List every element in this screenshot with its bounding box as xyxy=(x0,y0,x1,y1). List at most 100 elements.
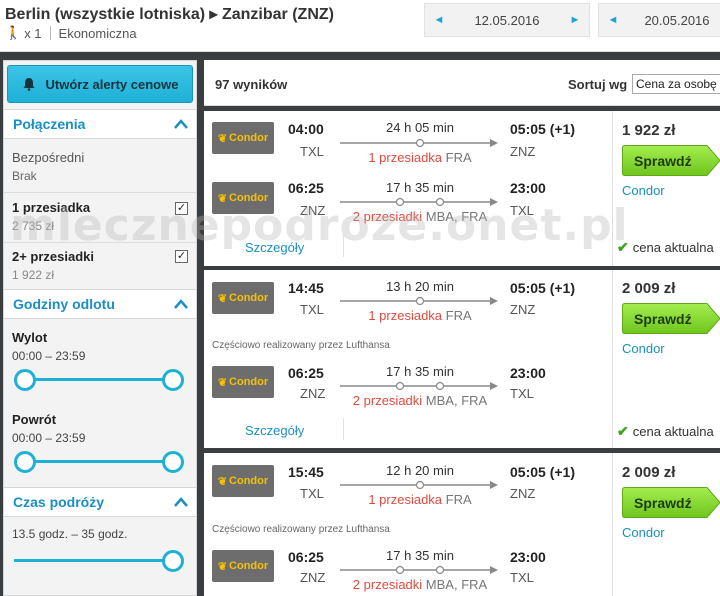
arrival-time: 05:05 (+1) xyxy=(510,280,575,296)
route-arrow-icon xyxy=(340,565,498,575)
one-stop-filter[interactable]: 1 przesiadka 2 735 zł xyxy=(4,200,196,233)
return-range: 00:00 – 23:59 xyxy=(12,431,86,445)
provider-name[interactable]: Condor xyxy=(622,525,665,540)
direct-filter: Bezpośredni Brak xyxy=(4,150,196,183)
return-date-picker[interactable]: ◄ 20.05.2016 xyxy=(598,3,720,37)
arrival-airport: ZNZ xyxy=(510,486,536,501)
departure-times-section-header[interactable]: Godziny odlotu xyxy=(4,289,196,319)
current-price-indicator: ✔ cena aktualna xyxy=(617,423,714,439)
arrival-time: 05:05 (+1) xyxy=(510,121,575,137)
connections-title: Połączenia xyxy=(13,116,86,132)
arrival-time: 05:05 (+1) xyxy=(510,464,575,480)
slider-track[interactable] xyxy=(14,559,174,562)
outbound-leg: ❦ Condor 04:00 TXL 24 h 05 min 1 przesiad… xyxy=(204,111,612,167)
next-day-arrow-icon[interactable]: ► xyxy=(561,14,589,26)
condor-logo-icon: ❦ xyxy=(217,560,228,573)
price: 1 922 zł xyxy=(622,122,676,139)
duration-range: 13.5 godz. – 35 godz. xyxy=(12,527,128,541)
chevron-up-icon[interactable] xyxy=(174,299,188,309)
duration-section-header[interactable]: Czas podróży xyxy=(4,487,196,517)
airline-logo: ❦ Condor xyxy=(212,366,274,398)
divider xyxy=(49,26,51,40)
departure-airport: ZNZ xyxy=(300,203,326,218)
details-link[interactable]: Szczegóły xyxy=(245,240,304,255)
slider-handle-min[interactable] xyxy=(14,451,36,473)
prev-day-arrow-icon[interactable]: ◄ xyxy=(425,14,453,26)
return-time-filter: Powrót 00:00 – 23:59 xyxy=(4,412,196,445)
departure-airport: ZNZ xyxy=(300,386,326,401)
passenger-icon: 🚶 xyxy=(5,25,22,40)
departure-airport: ZNZ xyxy=(300,570,326,585)
route-arrow-icon xyxy=(340,138,498,148)
departure-time: 06:25 xyxy=(288,365,324,381)
departure-airport: TXL xyxy=(300,486,324,501)
sort-select[interactable]: Cena za osobę xyxy=(632,74,720,94)
result-card: ❦ Condor 04:00 TXL 24 h 05 min 1 przesiad… xyxy=(204,111,720,266)
duration-slider[interactable] xyxy=(14,550,184,572)
current-price-indicator: ✔ cena aktualna xyxy=(617,239,714,255)
departure-time: 04:00 xyxy=(288,121,324,137)
bell-icon xyxy=(23,78,35,91)
inbound-leg: ❦ Condor 06:25 ZNZ 17 h 35 min 2 przesiad… xyxy=(204,171,612,227)
cabin-class: Ekonomiczna xyxy=(58,25,137,41)
flight-duration: 17 h 35 min xyxy=(386,548,454,563)
duration-filter: 13.5 godz. – 35 godz. xyxy=(4,527,196,541)
prev-day-arrow-icon[interactable]: ◄ xyxy=(599,14,627,26)
connections-section-header[interactable]: Połączenia xyxy=(4,109,196,139)
two-stop-price: 1 922 zł xyxy=(12,268,55,282)
price: 2 009 zł xyxy=(622,464,676,481)
return-date[interactable]: 20.05.2016 xyxy=(627,13,720,28)
one-stop-label: 1 przesiadka xyxy=(12,200,91,215)
slider-handle-min[interactable] xyxy=(14,369,36,391)
stops-info: 2 przesiadki MBA, FRA xyxy=(352,577,488,592)
flight-duration: 13 h 20 min xyxy=(386,279,454,294)
price-column: 2 009 zł Sprawdź Condor xyxy=(612,453,720,596)
two-stop-label: 2+ przesiadki xyxy=(12,249,95,264)
chevron-up-icon[interactable] xyxy=(174,119,188,129)
create-price-alert-button[interactable]: Utwórz alerty cenowe xyxy=(7,65,193,103)
arrival-airport: TXL xyxy=(510,570,534,585)
route-arrow-icon xyxy=(340,381,498,391)
condor-logo-icon: ❦ xyxy=(217,192,228,205)
slider-track[interactable] xyxy=(24,378,174,381)
check-offer-button[interactable]: Sprawdź xyxy=(622,145,720,176)
results-panel: 97 wyników Sortuj wg Cena za osobę ❦ Cond… xyxy=(204,60,720,596)
condor-logo-icon: ❦ xyxy=(217,132,228,145)
check-offer-button[interactable]: Sprawdź xyxy=(622,487,720,518)
stops-info: 1 przesiadka FRA xyxy=(368,308,472,323)
divider xyxy=(4,242,196,243)
route-arrow-icon xyxy=(340,197,498,207)
provider-name[interactable]: Condor xyxy=(622,183,665,198)
details-link[interactable]: Szczegóły xyxy=(245,423,304,438)
operated-by-note: Częściowo realizowany przez Lufthansa xyxy=(212,340,390,351)
price: 2 009 zł xyxy=(622,280,676,297)
check-offer-button[interactable]: Sprawdź xyxy=(622,303,720,334)
slider-handle-max[interactable] xyxy=(162,451,184,473)
outbound-leg: ❦ Condor 15:45 TXL 12 h 20 min 1 przesiad… xyxy=(204,453,612,509)
price-column: 2 009 zł Sprawdź Condor ✔ cena aktualna xyxy=(612,270,720,448)
route-title: Berlin (wszystkie lotniska) ▸ Zanzibar (… xyxy=(5,6,334,23)
two-stop-checkbox[interactable]: ✓ xyxy=(175,250,188,263)
return-time-slider[interactable] xyxy=(14,451,184,473)
results-count: 97 wyników xyxy=(215,77,288,92)
slider-handle-max[interactable] xyxy=(162,550,184,572)
depart-date[interactable]: 12.05.2016 xyxy=(453,13,561,28)
slider-track[interactable] xyxy=(24,460,174,463)
price-column: 1 922 zł Sprawdź Condor ✔ cena aktualna xyxy=(612,111,720,266)
outbound-time-filter: Wylot 00:00 – 23:59 xyxy=(4,330,196,363)
chevron-up-icon[interactable] xyxy=(174,497,188,507)
one-stop-checkbox[interactable]: ✓ xyxy=(175,202,188,215)
slider-handle-max[interactable] xyxy=(162,369,184,391)
operated-by-note: Częściowo realizowany przez Lufthansa xyxy=(212,524,390,535)
outbound-label: Wylot xyxy=(12,330,48,345)
provider-name[interactable]: Condor xyxy=(622,341,665,356)
two-stop-filter[interactable]: 2+ przesiadki 1 922 zł xyxy=(4,249,196,282)
departure-airport: TXL xyxy=(300,144,324,159)
divider xyxy=(343,418,344,440)
departure-time: 14:45 xyxy=(288,280,324,296)
outbound-range: 00:00 – 23:59 xyxy=(12,349,86,363)
check-offer-label: Sprawdź xyxy=(634,153,692,169)
flight-duration: 24 h 05 min xyxy=(386,120,454,135)
depart-date-picker[interactable]: ◄ 12.05.2016 ► xyxy=(424,3,590,37)
outbound-time-slider[interactable] xyxy=(14,369,184,391)
